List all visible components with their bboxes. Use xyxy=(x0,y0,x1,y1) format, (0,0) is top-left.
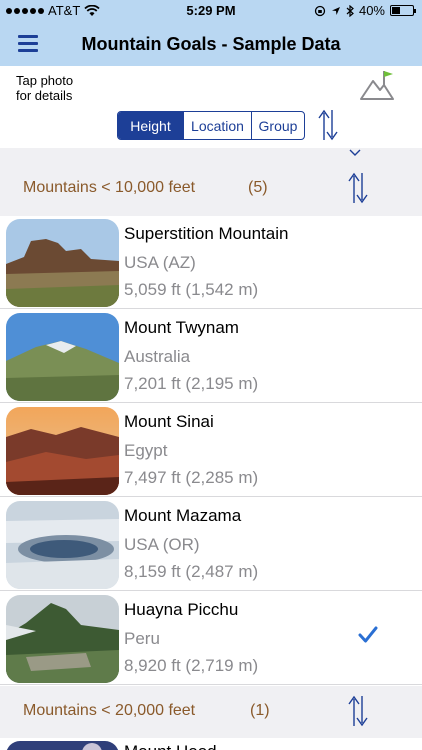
list-item-partial[interactable]: Mount Hood xyxy=(0,738,422,750)
segment-location[interactable]: Location xyxy=(184,112,252,139)
mountain-name: Mount Sinai xyxy=(124,412,214,431)
mountain-photo[interactable] xyxy=(6,219,119,307)
mountain-photo[interactable] xyxy=(6,313,119,401)
mountain-location: USA (OR) xyxy=(124,535,200,554)
section-label: Mountains < 20,000 feet xyxy=(23,702,196,719)
status-right: 40% xyxy=(314,3,416,18)
list-item-twynam[interactable]: Mount Twynam Australia 7,201 ft (2,195 m… xyxy=(0,310,422,403)
section-count: (5) xyxy=(248,179,268,196)
list-item-superstition[interactable]: Superstition Mountain USA (AZ) 5,059 ft … xyxy=(0,216,422,309)
status-bar: AT&T 5:29 PM 40% xyxy=(0,0,422,22)
section-count: (1) xyxy=(250,702,270,719)
hint-line-1: Tap photo xyxy=(16,73,74,88)
mountain-height: 8,159 ft (2,487 m) xyxy=(124,562,259,581)
page-title: Mountain Goals - Sample Data xyxy=(81,34,341,54)
mountain-height: 5,059 ft (1,542 m) xyxy=(124,280,259,299)
mountain-name: Huayna Picchu xyxy=(124,600,239,619)
section-label: Mountains < 10,000 feet xyxy=(23,179,196,196)
mountain-location: USA (AZ) xyxy=(124,253,196,272)
toolbar: Tap photo for details Height Location Gr… xyxy=(0,66,422,148)
mountain-photo[interactable] xyxy=(6,595,119,683)
hint-line-2: for details xyxy=(16,88,73,103)
section-header-under-10000[interactable]: Mountains < 10,000 feet (5) xyxy=(0,159,422,216)
mountain-location: Peru xyxy=(124,629,160,648)
list-item-sinai[interactable]: Mount Sinai Egypt 7,497 ft (2,285 m) xyxy=(0,404,422,497)
mountain-height: 7,201 ft (2,195 m) xyxy=(124,374,259,393)
mountain-photo[interactable] xyxy=(6,407,119,495)
previous-section-header xyxy=(0,148,422,159)
mountain-name: Mount Twynam xyxy=(124,318,239,337)
mountain-name-partial: Mount Hood xyxy=(124,742,217,750)
checkmark-icon xyxy=(358,626,378,643)
orientation-lock-icon xyxy=(314,5,326,16)
mountain-height: 7,497 ft (2,285 m) xyxy=(124,468,259,487)
mountain-location: Egypt xyxy=(124,441,168,460)
location-arrow-icon xyxy=(331,6,340,15)
segment-group[interactable]: Group xyxy=(252,112,304,139)
list-item-huayna-picchu[interactable]: Huayna Picchu Peru 8,920 ft (2,719 m) xyxy=(0,592,422,685)
tap-photo-hint: Tap photo for details xyxy=(16,73,96,103)
mountain-photo[interactable] xyxy=(6,741,119,750)
list-item-mazama[interactable]: Mount Mazama USA (OR) 8,159 ft (2,487 m) xyxy=(0,498,422,591)
section-sort-arrows-icon[interactable] xyxy=(346,693,370,729)
mountain-flag-icon[interactable] xyxy=(358,68,396,102)
navigation-bar: Mountain Goals - Sample Data xyxy=(0,22,422,66)
battery-icon xyxy=(390,5,416,16)
battery-percent: 40% xyxy=(358,3,385,18)
section-sort-arrows-icon[interactable] xyxy=(346,170,370,206)
mountain-location: Australia xyxy=(124,347,191,366)
bluetooth-icon xyxy=(346,4,354,17)
section-header-under-20000[interactable]: Mountains < 20,000 feet (1) xyxy=(0,686,422,738)
mountain-photo[interactable] xyxy=(6,501,119,589)
mountain-list[interactable]: Mountains < 10,000 feet (5) Superstition… xyxy=(0,148,422,750)
sort-segmented-control: Height Location Group xyxy=(117,111,305,140)
sort-arrows-icon[interactable] xyxy=(316,107,340,143)
mountain-name: Superstition Mountain xyxy=(124,224,289,243)
mountain-height: 8,920 ft (2,719 m) xyxy=(124,656,259,675)
mountain-name: Mount Mazama xyxy=(124,506,242,525)
chevron-down-icon xyxy=(349,149,361,156)
segment-height[interactable]: Height xyxy=(118,112,184,139)
